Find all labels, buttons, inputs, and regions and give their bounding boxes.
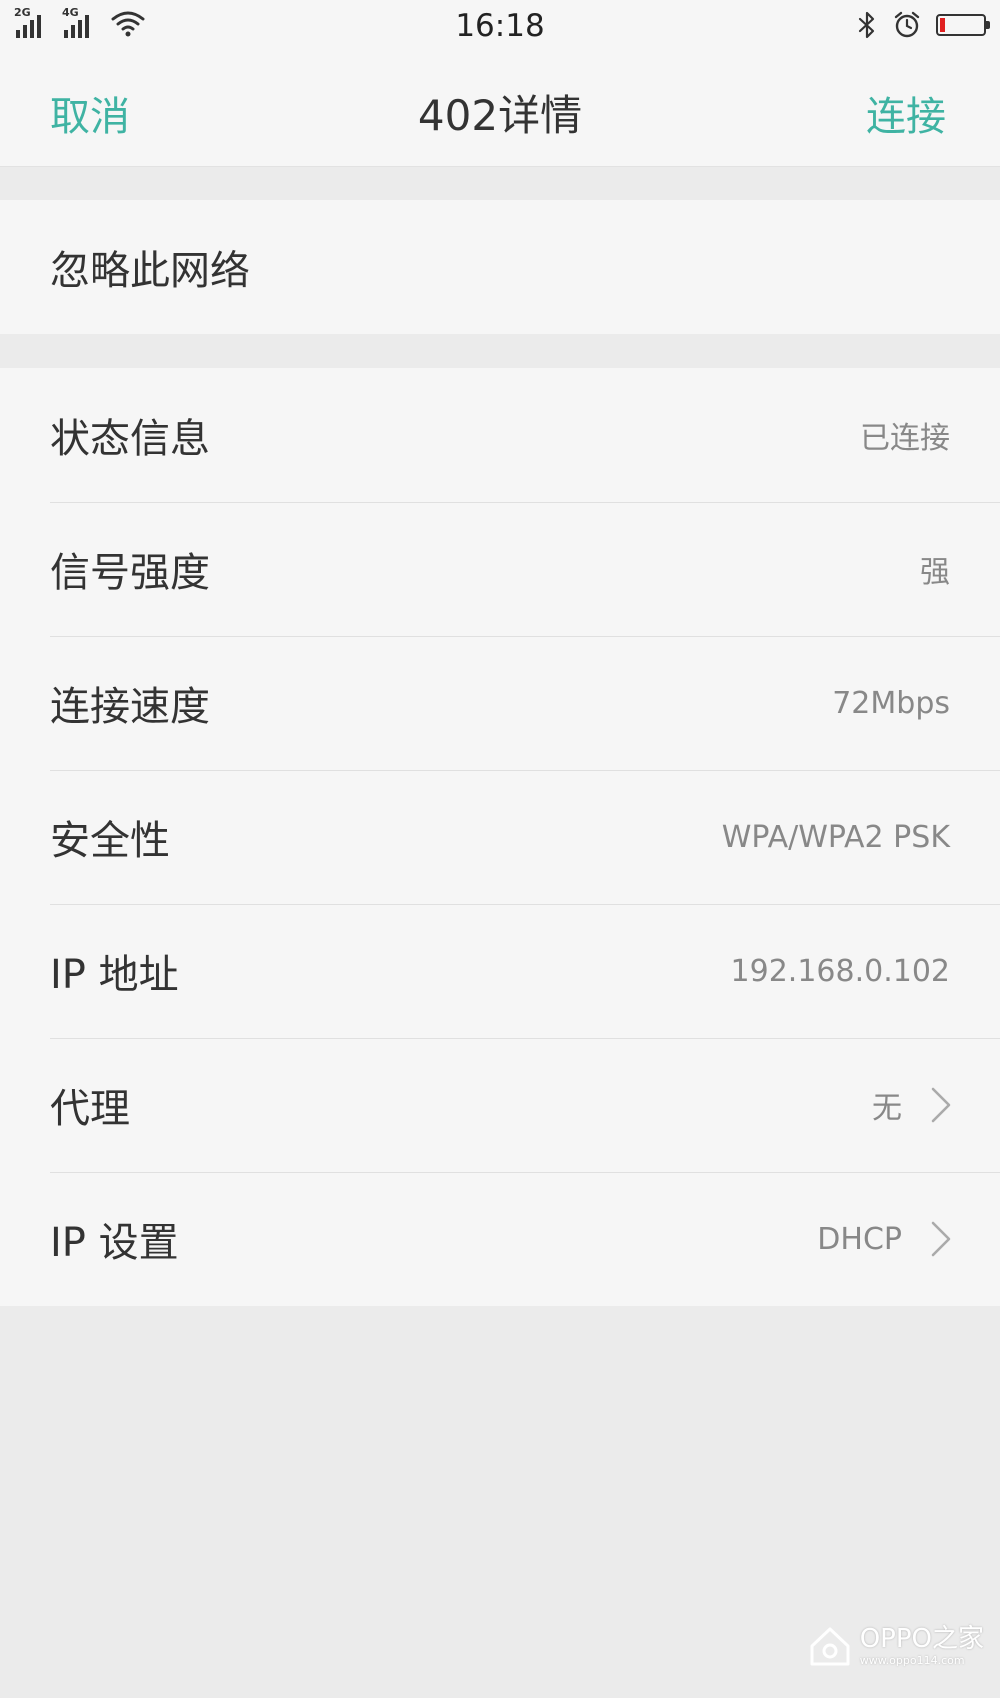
battery-level-fill	[940, 18, 945, 32]
connect-button[interactable]: 连接	[866, 84, 946, 142]
status-label: 状态信息	[50, 416, 210, 462]
watermark-url: www.oppo114.com	[859, 1654, 965, 1667]
bluetooth-icon	[858, 11, 875, 39]
proxy-label: 代理	[50, 1086, 130, 1132]
network-details-list: 状态信息 已连接 信号强度 强 连接速度 72Mbps 安全性 WPA/WPA2…	[0, 368, 1000, 1306]
list-item-ip-address: IP 地址 192.168.0.102	[0, 904, 1000, 1038]
list-item-status: 状态信息 已连接	[0, 368, 1000, 502]
status-value: 已连接	[860, 421, 950, 456]
link-speed-value: 72Mbps	[832, 685, 950, 721]
alarm-icon	[894, 11, 920, 38]
forget-network-group: 忽略此网络	[0, 200, 1000, 334]
list-item-signal-strength: 信号强度 强	[0, 502, 1000, 636]
watermark-brand: OPPO之家	[859, 1624, 984, 1654]
security-label: 安全性	[50, 818, 170, 864]
chevron-right-icon	[928, 1038, 954, 1172]
watermark-text: OPPO之家 www.oppo114.com	[860, 1626, 984, 1666]
list-item-security: 安全性 WPA/WPA2 PSK	[0, 770, 1000, 904]
proxy-value: 无	[872, 1091, 902, 1126]
watermark: OPPO之家 www.oppo114.com	[808, 1624, 984, 1668]
oppo-home-logo-icon	[810, 1627, 850, 1666]
list-item-ip-settings[interactable]: IP 设置 DHCP	[0, 1172, 1000, 1306]
chevron-right-icon	[928, 1172, 954, 1306]
battery-icon	[936, 14, 990, 36]
ip-address-value: 192.168.0.102	[730, 953, 950, 989]
list-item-proxy[interactable]: 代理 无	[0, 1038, 1000, 1172]
nav-bar: 取消 402详情 连接	[0, 54, 1000, 167]
signal-strength-value: 强	[920, 555, 950, 590]
signal-strength-label: 信号强度	[50, 550, 210, 596]
forget-network-row[interactable]: 忽略此网络	[0, 200, 1000, 334]
ip-address-label: IP 地址	[50, 952, 179, 998]
ip-settings-value: DHCP	[817, 1221, 902, 1257]
ip-settings-label: IP 设置	[50, 1220, 179, 1266]
link-speed-label: 连接速度	[50, 684, 210, 730]
forget-network-label: 忽略此网络	[50, 248, 250, 294]
list-item-link-speed: 连接速度 72Mbps	[0, 636, 1000, 770]
status-bar: 2G 4G 16:18	[0, 0, 1000, 54]
status-time: 16:18	[455, 8, 545, 44]
page-title: 402详情	[417, 91, 583, 140]
security-value: WPA/WPA2 PSK	[721, 819, 950, 855]
status-bar-right	[856, 10, 990, 40]
